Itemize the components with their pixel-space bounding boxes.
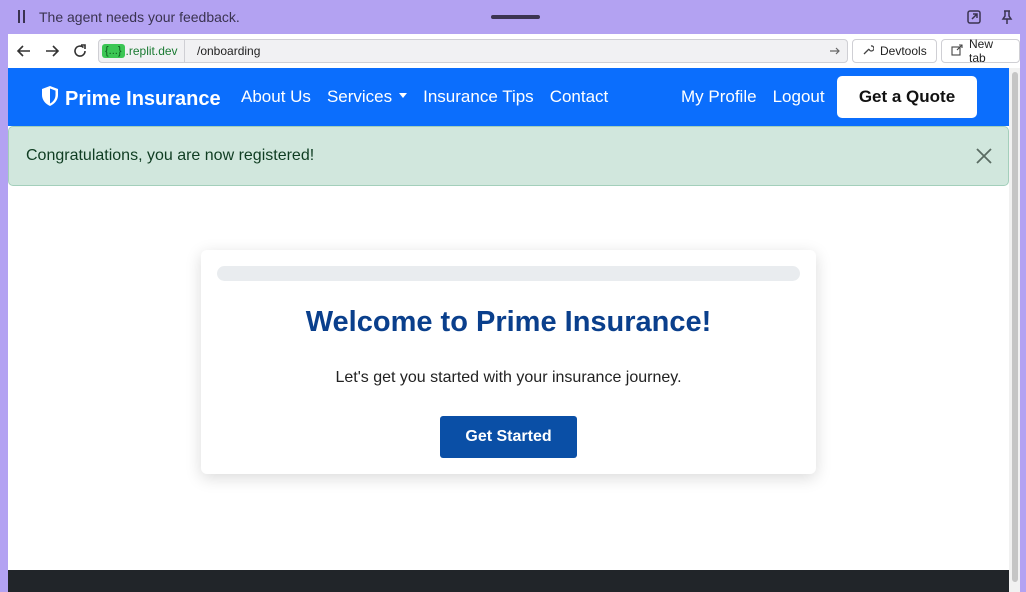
nav-link-insurance-tips[interactable]: Insurance Tips	[423, 87, 534, 107]
welcome-card: Welcome to Prime Insurance! Let's get yo…	[201, 250, 816, 474]
close-icon[interactable]	[975, 147, 993, 165]
popout-icon[interactable]	[966, 9, 982, 25]
nav-link-services[interactable]: Services	[326, 87, 408, 107]
caret-down-icon	[399, 93, 408, 99]
back-icon[interactable]	[15, 42, 33, 60]
agent-feedback-bar: The agent needs your feedback.	[0, 0, 1026, 34]
forward-icon[interactable]	[43, 42, 61, 60]
welcome-subtitle: Let's get you started with your insuranc…	[335, 369, 682, 386]
nav-link-services-label: Services	[326, 87, 393, 106]
shield-icon	[40, 85, 60, 113]
new-tab-button[interactable]: New tab	[941, 37, 1020, 65]
success-alert: Congratulations, you are now registered!	[8, 126, 1009, 186]
devtools-button[interactable]: Devtools	[852, 39, 937, 63]
nav-link-logout[interactable]: Logout	[773, 87, 825, 107]
main-nav: About Us Services Insurance Tips Contact	[241, 87, 608, 107]
account-nav: My Profile Logout	[681, 87, 825, 107]
site-navbar: Prime Insurance About Us Services Insura…	[8, 68, 1009, 126]
brand-link[interactable]: Prime Insurance	[40, 85, 221, 113]
get-started-button[interactable]: Get Started	[440, 416, 577, 458]
site-footer	[8, 570, 1009, 592]
external-link-icon	[951, 43, 963, 59]
url-badge: {...}	[102, 44, 125, 58]
new-tab-label: New tab	[969, 37, 994, 65]
url-bar[interactable]: {...} .replit.dev /onboarding	[98, 39, 848, 63]
web-page: Prime Insurance About Us Services Insura…	[8, 68, 1009, 592]
nav-link-contact[interactable]: Contact	[550, 87, 609, 107]
onboarding-progress-bar	[217, 266, 800, 281]
agent-message: The agent needs your feedback.	[39, 9, 240, 25]
browser-toolbar: {...} .replit.dev /onboarding Devtools N…	[8, 34, 1020, 68]
url-path: /onboarding	[197, 44, 261, 58]
scrollbar-thumb[interactable]	[1012, 72, 1018, 582]
pause-icon[interactable]	[17, 10, 27, 24]
welcome-title: Welcome to Prime Insurance!	[305, 306, 712, 338]
url-host-text: .replit.dev	[125, 44, 178, 58]
go-arrow-icon[interactable]	[829, 44, 841, 56]
brand-name: Prime Insurance	[65, 87, 221, 110]
alert-message: Congratulations, you are now registered!	[26, 147, 315, 164]
reload-icon[interactable]	[71, 42, 89, 60]
nav-link-about-us[interactable]: About Us	[241, 87, 311, 107]
url-host: {...} .replit.dev	[99, 40, 185, 62]
pin-icon[interactable]	[999, 9, 1015, 25]
get-quote-button[interactable]: Get a Quote	[837, 76, 977, 118]
agent-frame-edge	[1020, 34, 1026, 592]
devtools-label: Devtools	[880, 44, 927, 58]
drag-handle[interactable]	[491, 15, 540, 19]
nav-link-my-profile[interactable]: My Profile	[681, 87, 757, 107]
wrench-icon	[862, 44, 875, 59]
